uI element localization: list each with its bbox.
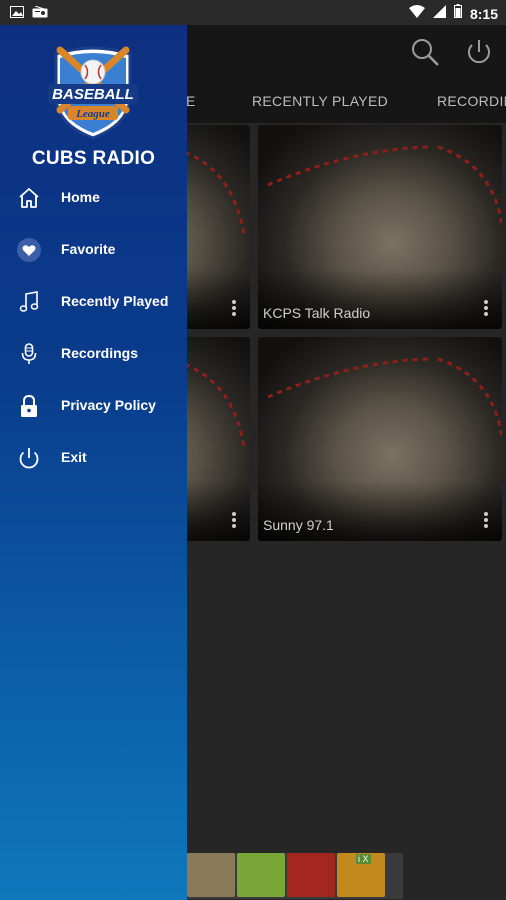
ad-thumbnail[interactable]	[287, 853, 335, 897]
svg-text:League: League	[75, 108, 110, 120]
home-icon	[17, 186, 41, 210]
status-bar: 8:15	[0, 0, 506, 25]
navigation-drawer: BASEBALL League CUBS RADIO Home Favorite	[0, 25, 187, 900]
tab-favorite[interactable]: E	[186, 93, 196, 109]
more-options-icon[interactable]	[484, 300, 488, 321]
station-title: KCPS Talk Radio	[263, 305, 371, 321]
wifi-icon	[408, 4, 425, 23]
menu-item-exit[interactable]: Exit	[0, 438, 187, 478]
search-icon[interactable]	[410, 37, 440, 72]
ad-banner[interactable]	[187, 853, 403, 899]
more-options-icon[interactable]	[232, 300, 236, 321]
ad-thumbnail[interactable]	[237, 853, 285, 897]
tab-recently-played[interactable]: RECENTLY PLAYED	[252, 93, 388, 109]
menu-item-label: Home	[61, 189, 100, 205]
battery-icon	[453, 4, 462, 23]
menu-item-home[interactable]: Home	[0, 178, 187, 218]
menu-item-label: Exit	[61, 449, 87, 465]
clock-time: 8:15	[469, 5, 498, 22]
signal-icon	[432, 4, 446, 23]
radio-notification-icon	[32, 5, 48, 23]
more-options-icon[interactable]	[232, 512, 236, 533]
station-card[interactable]: KCPS Talk Radio	[258, 125, 502, 329]
screen: 8:15 E RECENTLY PLAYED RECORDIN KCPS Tal…	[0, 0, 506, 900]
ad-thumbnail[interactable]	[187, 853, 235, 897]
menu-item-label: Privacy Policy	[61, 397, 156, 413]
menu-item-label: Recordings	[61, 345, 139, 361]
power-icon[interactable]	[465, 37, 493, 72]
image-notification-icon	[10, 5, 24, 23]
music-note-icon	[17, 290, 41, 314]
menu-item-label: Recently Played	[61, 293, 169, 309]
tab-recordings[interactable]: RECORDIN	[437, 93, 506, 109]
menu-item-favorite[interactable]: Favorite	[0, 230, 187, 270]
power-icon	[17, 446, 41, 470]
more-options-icon[interactable]	[484, 512, 488, 533]
microphone-icon	[17, 342, 41, 366]
menu-item-recently-played[interactable]: Recently Played	[0, 282, 187, 322]
heart-icon	[17, 238, 41, 262]
menu-item-recordings[interactable]: Recordings	[0, 334, 187, 374]
station-card[interactable]: Sunny 97.1	[258, 337, 502, 541]
menu-item-privacy-policy[interactable]: Privacy Policy	[0, 386, 187, 426]
lock-icon	[17, 394, 41, 418]
svg-text:BASEBALL: BASEBALL	[52, 86, 134, 103]
menu-item-label: Favorite	[61, 241, 116, 257]
app-logo: BASEBALL League	[46, 40, 140, 140]
ad-choices-badge[interactable]: i X	[356, 854, 371, 864]
station-title: Sunny 97.1	[263, 517, 334, 533]
app-name: CUBS RADIO	[31, 148, 156, 169]
